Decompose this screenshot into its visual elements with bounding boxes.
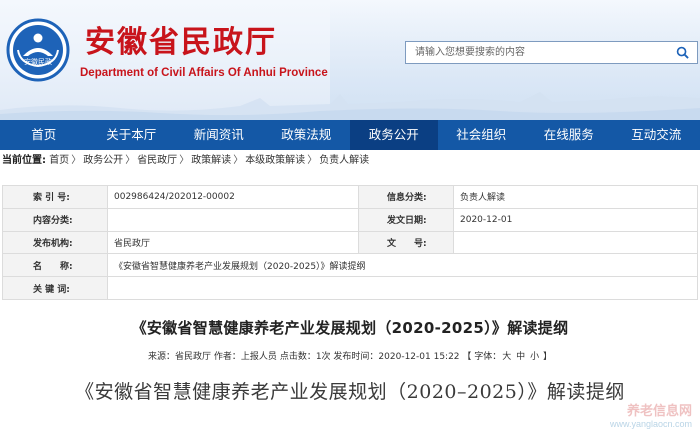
category-value: 负责人解读 — [453, 185, 698, 209]
watermark-text: 养老信息网 — [626, 404, 692, 419]
issuer-value: 省民政厅 — [107, 230, 359, 255]
meta-publish-time: 发布时间：2020-12-01 15:22 — [333, 352, 460, 362]
breadcrumb-item-gov-affairs[interactable]: 政务公开 — [83, 155, 123, 166]
font-size-medium[interactable]: 中 — [516, 352, 525, 362]
search-input[interactable] — [406, 42, 666, 63]
site-title: 安徽省民政厅 — [85, 25, 277, 60]
name-value: 《安徽省智慧健康养老产业发展规划（2020-2025）》解读提纲 — [107, 253, 698, 278]
breadcrumb-item-home[interactable]: 首页 — [49, 155, 69, 166]
nav-item-online-services[interactable]: 在线服务 — [525, 120, 613, 150]
meta-source: 来源：省民政厅 — [148, 352, 212, 362]
publish-date-value: 2020-12-01 — [453, 207, 698, 232]
nav-item-interaction[interactable]: 互动交流 — [613, 120, 700, 150]
content-category-label: 内容分类: — [2, 207, 108, 232]
info-row: 关 键 词: — [2, 276, 698, 300]
content-category-value — [107, 207, 359, 232]
font-size-control: 【 字体：大 中 小 】 — [462, 352, 552, 362]
breadcrumb-item-local-policy[interactable]: 本级政策解读 — [245, 155, 305, 166]
name-label: 名 称: — [2, 253, 108, 278]
meta-author: 作者：上报人员 — [213, 352, 277, 362]
article-title: 《安徽省智慧健康养老产业发展规划（2020-2025）》解读提纲 — [131, 319, 569, 337]
search-button[interactable] — [667, 42, 697, 63]
info-row: 名 称: 《安徽省智慧健康养老产业发展规划（2020-2025）》解读提纲 — [2, 253, 698, 278]
index-label: 索 引 号: — [2, 185, 108, 209]
nav-item-news[interactable]: 新闻资讯 — [175, 120, 263, 150]
info-row: 内容分类: 发文日期: 2020-12-01 — [2, 207, 698, 232]
watermark-url: www.yanglaocn.com — [609, 419, 692, 429]
publish-date-label: 发文日期: — [358, 207, 454, 232]
nav-item-home[interactable]: 首页 — [0, 120, 88, 150]
article-meta: 来源：省民政厅 作者：上报人员 点击数：1次 发布时间：2020-12-01 1… — [0, 349, 700, 362]
breadcrumb: 当前位置: 首页〉政务公开〉省民政厅〉政策解读〉本级政策解读〉负责人解读 — [2, 155, 370, 166]
watermark: 养老信息网 www.yanglaocn.com — [610, 400, 692, 429]
breadcrumb-item-policy-interpretation[interactable]: 政策解读 — [191, 155, 231, 166]
info-row: 发布机构: 省民政厅 文 号: — [2, 230, 698, 255]
index-value: 002986424/202012-00002 — [107, 185, 359, 209]
issuer-label: 发布机构: — [2, 230, 108, 255]
header-skyline-graphic — [0, 92, 700, 120]
breadcrumb-item-leader-interpretation[interactable]: 负责人解读 — [319, 155, 369, 166]
meta-views: 点击数：1次 — [279, 352, 331, 362]
keywords-label: 关 键 词: — [2, 276, 108, 300]
svg-text:安徽民政: 安徽民政 — [24, 57, 52, 66]
main-nav: 首页 关于本厅 新闻资讯 政策法规 政务公开 社会组织 在线服务 互动交流 — [0, 120, 700, 150]
keywords-value — [107, 276, 698, 300]
search-box — [405, 41, 698, 64]
nav-item-policies[interactable]: 政策法规 — [263, 120, 351, 150]
document-heading: 《安徽省智慧健康养老产业发展规划（2020–2025）》解读提纲 — [75, 381, 625, 403]
site-subtitle: Department of Civil Affairs Of Anhui Pro… — [80, 67, 328, 79]
nav-item-social-orgs[interactable]: 社会组织 — [438, 120, 526, 150]
doc-number-label: 文 号: — [358, 230, 454, 255]
doc-number-value — [453, 230, 698, 255]
search-icon — [676, 46, 689, 59]
breadcrumb-item-dept[interactable]: 省民政厅 — [137, 155, 177, 166]
font-size-large[interactable]: 大 — [502, 352, 511, 362]
nav-item-gov-affairs[interactable]: 政务公开 — [350, 120, 438, 150]
info-row: 索 引 号: 002986424/202012-00002 信息分类: 负责人解… — [2, 185, 698, 209]
category-label: 信息分类: — [358, 185, 454, 209]
breadcrumb-label: 当前位置: — [2, 155, 46, 166]
font-size-small[interactable]: 小 — [530, 352, 539, 362]
info-table: 索 引 号: 002986424/202012-00002 信息分类: 负责人解… — [2, 185, 698, 300]
site-header: 安徽民政 安徽省民政厅 Department of Civil Affairs … — [0, 0, 700, 120]
site-logo: 安徽民政 — [6, 18, 70, 82]
nav-item-about[interactable]: 关于本厅 — [88, 120, 176, 150]
